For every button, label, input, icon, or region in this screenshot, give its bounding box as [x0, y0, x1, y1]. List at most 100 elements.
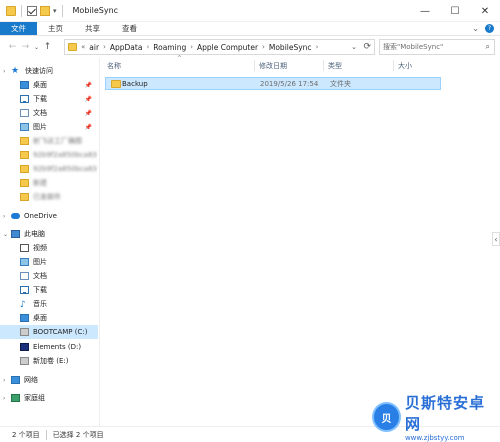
breadcrumb-roaming[interactable]: Roaming — [153, 43, 186, 52]
sidebar-item-network[interactable]: › 网络 — [0, 373, 98, 387]
sidebar-item-drive-e[interactable]: 新加卷 (E:) — [0, 354, 98, 368]
pin-icon: 📌 — [84, 81, 92, 89]
table-row[interactable]: Backup 2019/5/26 17:54 文件夹 — [105, 77, 441, 90]
breadcrumb-appdata[interactable]: AppData — [110, 43, 143, 52]
breadcrumb-separator[interactable]: › — [190, 43, 193, 51]
music-icon: ♪ — [20, 300, 26, 310]
overflow-chevron-icon[interactable]: « — [81, 43, 85, 51]
sidebar-item-pc-downloads[interactable]: 下载 — [0, 283, 98, 297]
tab-view[interactable]: 查看 — [111, 22, 148, 35]
sidebar-item-this-pc[interactable]: ⌄ 此电脑 — [0, 227, 98, 241]
window-title: MobileSync — [72, 6, 119, 15]
help-icon[interactable]: ? — [485, 24, 494, 33]
breadcrumb-apple-computer[interactable]: Apple Computer — [197, 43, 258, 52]
sidebar-item-label: 92b9f2a850bca83 — [33, 165, 97, 173]
watermark-url: www.zjbstyy.com — [404, 434, 465, 442]
sidebar-item-label: 图片 — [33, 258, 47, 266]
breadcrumb-separator[interactable]: › — [316, 43, 319, 51]
forward-button[interactable]: → — [19, 39, 32, 55]
sidebar-item-quick-access[interactable]: › ★ 快速访问 — [0, 64, 98, 78]
new-folder-icon[interactable] — [40, 5, 50, 16]
properties-icon[interactable] — [27, 5, 37, 16]
pin-icon: 📌 — [84, 109, 92, 117]
search-icon[interactable]: ⌕ — [486, 42, 490, 52]
sidebar-item-label: 92b9f2a850bca83 — [33, 151, 97, 159]
watermark: 贝 贝斯特安卓网 www.zjbstyy.com — [372, 394, 497, 442]
sidebar-item-label: 已发邮件 — [33, 193, 61, 201]
item-count: 2 个项目 — [12, 430, 40, 439]
sidebar-item-folder[interactable]: 射飞达工厂确图 — [0, 134, 98, 148]
sidebar-item-label: 图片 — [33, 123, 47, 131]
network-icon — [11, 376, 20, 384]
sidebar-item-folder[interactable]: 92b9f2a850bca83 — [0, 162, 98, 176]
sidebar-item-music[interactable]: ♪ 音乐 — [0, 297, 98, 311]
back-button[interactable]: ← — [6, 39, 19, 55]
sidebar-item-folder[interactable]: 已发邮件 — [0, 190, 98, 204]
file-name: Backup — [122, 79, 148, 88]
sidebar-item-folder[interactable]: 92b9f2a850bca83 — [0, 148, 98, 162]
minimize-button[interactable]: — — [410, 0, 440, 22]
sidebar-item-folder[interactable]: 新建 — [0, 176, 98, 190]
refresh-icon[interactable]: ⟳ — [363, 42, 371, 52]
tab-share[interactable]: 共享 — [74, 22, 111, 35]
sidebar-item-label: 家庭组 — [24, 394, 45, 402]
sidebar-item-pictures[interactable]: 图片 📌 — [0, 120, 98, 134]
breadcrumb-separator[interactable]: › — [103, 43, 106, 51]
column-header-size[interactable]: 大小 — [398, 61, 412, 71]
divider — [21, 4, 22, 17]
breadcrumb-separator[interactable]: › — [262, 43, 265, 51]
computer-icon — [11, 230, 20, 238]
close-button[interactable]: ✕ — [470, 0, 500, 22]
preview-pane-chevron-icon[interactable]: ‹ — [492, 232, 500, 246]
column-header-modified[interactable]: 修改日期 — [259, 61, 287, 71]
maximize-button[interactable]: ☐ — [440, 0, 470, 22]
address-history-chevron-icon[interactable]: ⌄ — [351, 43, 357, 51]
column-divider[interactable] — [254, 60, 255, 71]
drive-icon — [20, 328, 29, 336]
sidebar-item-documents[interactable]: 文档 📌 — [0, 106, 98, 120]
column-divider[interactable] — [323, 60, 324, 71]
tab-file[interactable]: 文件 — [0, 22, 37, 35]
sidebar-item-homegroup[interactable]: › 家庭组 — [0, 391, 98, 405]
recent-locations-chevron-icon[interactable]: ⌄ — [32, 39, 41, 55]
sidebar-item-label: 桌面 — [33, 81, 47, 89]
sidebar-item-downloads[interactable]: 下载 📌 — [0, 92, 98, 106]
search-input[interactable]: 搜索"MobileSync" ⌕ — [379, 39, 495, 55]
sidebar-item-label: 文档 — [33, 109, 47, 117]
sidebar-item-label: 新建 — [33, 179, 47, 187]
expand-chevron-icon[interactable]: › — [3, 377, 9, 384]
folder-icon — [111, 79, 121, 88]
sidebar-item-pc-documents[interactable]: 文档 — [0, 269, 98, 283]
sidebar-item-onedrive[interactable]: › OneDrive — [0, 209, 98, 223]
sidebar-item-drive-c[interactable]: BOOTCAMP (C:) — [0, 325, 98, 339]
expand-chevron-icon[interactable]: ⌄ — [3, 231, 9, 238]
expand-chevron-icon[interactable]: › — [3, 68, 9, 75]
customize-qa-chevron-icon[interactable]: ▾ — [53, 7, 57, 15]
sidebar-item-label: 音乐 — [33, 300, 47, 308]
address-bar[interactable]: « air › AppData › Roaming › Apple Comput… — [64, 39, 375, 55]
ribbon-tabs: 文件 主页 共享 查看 ⌄ ? — [0, 22, 500, 36]
breadcrumb-separator[interactable]: › — [146, 43, 149, 51]
external-drive-icon — [20, 343, 29, 351]
breadcrumb-air[interactable]: air — [89, 43, 99, 52]
breadcrumb-mobilesync[interactable]: MobileSync — [269, 43, 312, 52]
up-button[interactable]: ↑ — [41, 39, 54, 55]
tab-home[interactable]: 主页 — [37, 22, 74, 35]
sidebar-item-desktop[interactable]: 桌面 📌 — [0, 78, 98, 92]
sidebar-item-pc-pictures[interactable]: 图片 — [0, 255, 98, 269]
desktop-icon — [20, 81, 29, 89]
navigation-pane: › ★ 快速访问 桌面 📌 下载 📌 文档 📌 图片 📌 射飞达工厂确图 92b… — [0, 58, 100, 426]
expand-chevron-icon[interactable]: › — [3, 213, 9, 220]
folder-icon — [6, 5, 16, 16]
sidebar-item-drive-d[interactable]: Elements (D:) — [0, 340, 98, 354]
sidebar-item-label: 下载 — [33, 95, 47, 103]
pin-icon: 📌 — [84, 123, 92, 131]
sidebar-item-videos[interactable]: 视频 — [0, 241, 98, 255]
sidebar-item-pc-desktop[interactable]: 桌面 — [0, 311, 98, 325]
column-header-name[interactable]: 名称 — [107, 61, 121, 71]
column-header-type[interactable]: 类型 — [328, 61, 342, 71]
pictures-icon — [20, 123, 29, 131]
expand-chevron-icon[interactable]: › — [3, 395, 9, 402]
column-divider[interactable] — [393, 60, 394, 71]
expand-ribbon-chevron-icon[interactable]: ⌄ — [472, 24, 479, 33]
